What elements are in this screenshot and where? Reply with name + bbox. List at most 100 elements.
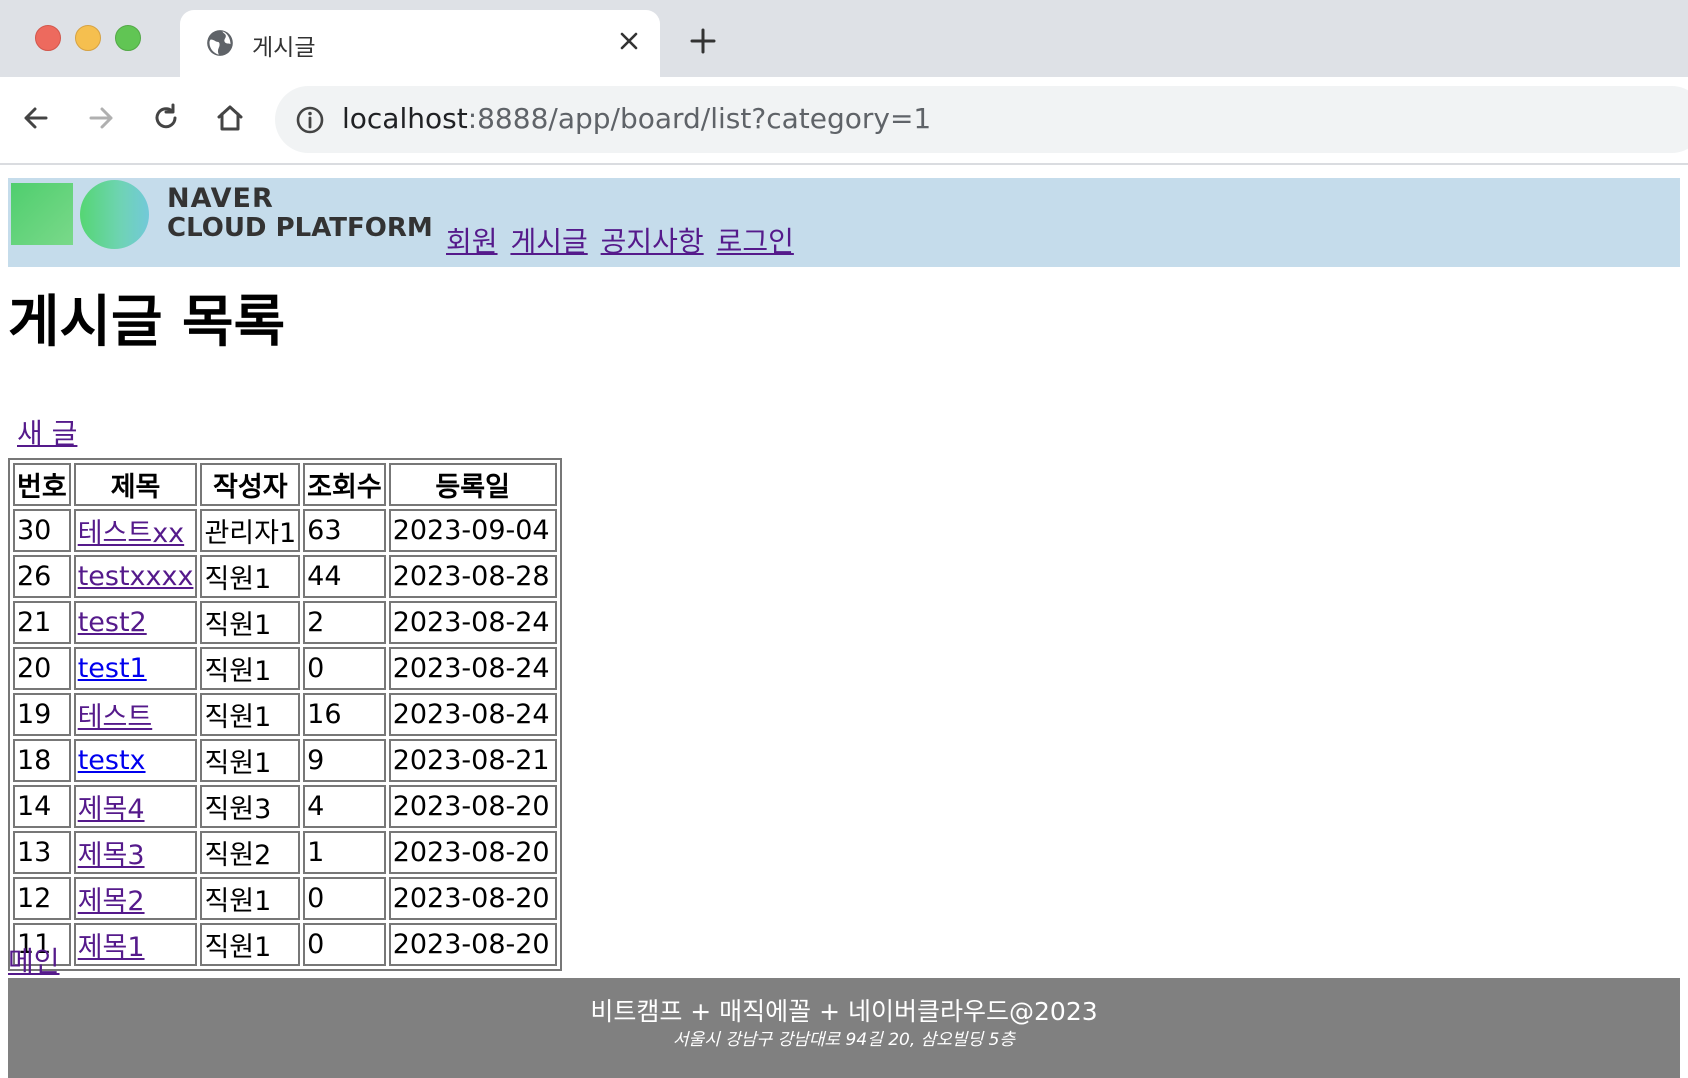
cell-title: testxxxx	[73, 555, 198, 598]
url-path: :8888/app/board/list?category=1	[467, 102, 932, 135]
cell-title: 제목1	[73, 923, 198, 966]
info-icon[interactable]	[295, 105, 325, 135]
cell-title: 제목3	[73, 831, 198, 874]
table-header-row: 번호 제목 작성자 조회수 등록일	[13, 463, 557, 506]
menu-member[interactable]: 회원	[446, 225, 498, 258]
cell-writer: 직원2	[200, 831, 301, 874]
cell-no: 20	[13, 647, 71, 690]
reload-icon[interactable]	[148, 100, 184, 136]
logo-circle	[80, 180, 149, 249]
post-title-link[interactable]: test2	[78, 607, 147, 638]
table-row: 12 제목2 직원1 0 2023-08-20	[13, 877, 557, 920]
menu-login[interactable]: 로그인	[717, 225, 794, 258]
browser-toolbar: localhost:8888/app/board/list?category=1	[0, 77, 1688, 165]
tab-title: 게시글	[252, 35, 316, 61]
cell-views: 16	[303, 693, 386, 736]
post-title-link[interactable]: 제목3	[78, 840, 145, 871]
menu-notice[interactable]: 공지사항	[601, 225, 704, 258]
cell-title: testx	[73, 739, 198, 782]
page-content: NAVER CLOUD PLATFORM 회원 게시글 공지사항 로그인 게시글…	[0, 165, 1688, 1078]
cell-views: 4	[303, 785, 386, 828]
cell-writer: 관리자1	[200, 509, 301, 552]
logo-text-line2: CLOUD PLATFORM	[167, 213, 433, 243]
column-header-no: 번호	[13, 463, 71, 506]
close-icon[interactable]	[614, 26, 644, 56]
cell-no: 30	[13, 509, 71, 552]
site-header: NAVER CLOUD PLATFORM 회원 게시글 공지사항 로그인	[8, 178, 1680, 267]
table-row: 14 제목4 직원3 4 2023-08-20	[13, 785, 557, 828]
home-icon[interactable]	[212, 100, 248, 136]
cell-date: 2023-08-24	[388, 601, 557, 644]
cell-writer: 직원1	[200, 647, 301, 690]
board-table-body: 30 테스트xx 관리자1 63 2023-09-04 26 testxxxx 직원1 44 20…	[13, 509, 557, 966]
cell-date: 2023-08-24	[388, 693, 557, 736]
cell-date: 2023-08-20	[388, 877, 557, 920]
cell-writer: 직원1	[200, 693, 301, 736]
cell-title: 테스트	[73, 693, 198, 736]
post-title-link[interactable]: 제목1	[78, 932, 145, 963]
address-bar[interactable]: localhost:8888/app/board/list?category=1	[275, 86, 1688, 153]
window-minimize-dot[interactable]	[75, 25, 101, 51]
new-post-link[interactable]: 새 글	[17, 412, 77, 452]
column-header-views: 조회수	[303, 463, 386, 506]
url-text[interactable]: localhost:8888/app/board/list?category=1	[342, 102, 931, 135]
cell-title: 제목4	[73, 785, 198, 828]
cell-date: 2023-08-24	[388, 647, 557, 690]
window-close-dot[interactable]	[35, 25, 61, 51]
site-footer: 비트캠프 + 매직에꼴 + 네이버클라우드@2023 서울시 강남구 강남대로 …	[8, 978, 1680, 1078]
cell-date: 2023-09-04	[388, 509, 557, 552]
forward-arrow-icon[interactable]	[83, 100, 119, 136]
post-title-link[interactable]: testxxxx	[78, 561, 194, 592]
window-zoom-dot[interactable]	[115, 25, 141, 51]
post-title-link[interactable]: 제목4	[78, 794, 145, 825]
globe-icon	[207, 30, 233, 56]
cell-no: 19	[13, 693, 71, 736]
table-row: 30 테스트xx 관리자1 63 2023-09-04	[13, 509, 557, 552]
cell-writer: 직원3	[200, 785, 301, 828]
main-link[interactable]: 메인	[8, 940, 60, 980]
url-host: localhost	[342, 102, 468, 135]
column-header-writer: 작성자	[200, 463, 301, 506]
cell-date: 2023-08-20	[388, 923, 557, 966]
cell-views: 1	[303, 831, 386, 874]
cell-no: 13	[13, 831, 71, 874]
cell-date: 2023-08-20	[388, 831, 557, 874]
cell-views: 9	[303, 739, 386, 782]
post-title-link[interactable]: 테스트xx	[78, 518, 184, 549]
cell-no: 18	[13, 739, 71, 782]
table-row: 18 testx 직원1 9 2023-08-21	[13, 739, 557, 782]
cell-title: 제목2	[73, 877, 198, 920]
cell-title: test2	[73, 601, 198, 644]
cell-no: 14	[13, 785, 71, 828]
cell-no: 26	[13, 555, 71, 598]
cell-writer: 직원1	[200, 739, 301, 782]
browser-tab-bar: 게시글	[0, 0, 1688, 77]
cell-views: 2	[303, 601, 386, 644]
post-title-link[interactable]: 테스트	[78, 702, 153, 733]
back-arrow-icon[interactable]	[18, 100, 54, 136]
table-row: 19 테스트 직원1 16 2023-08-24	[13, 693, 557, 736]
cell-views: 44	[303, 555, 386, 598]
cell-writer: 직원1	[200, 877, 301, 920]
cell-title: 테스트xx	[73, 509, 198, 552]
footer-address: 서울시 강남구 강남대로 94길 20, 삼오빌딩 5층	[672, 1030, 1016, 1050]
cell-date: 2023-08-28	[388, 555, 557, 598]
column-header-date: 등록일	[388, 463, 557, 506]
browser-tab[interactable]: 게시글	[180, 10, 660, 77]
table-row: 21 test2 직원1 2 2023-08-24	[13, 601, 557, 644]
post-title-link[interactable]: 제목2	[78, 886, 145, 917]
footer-copyright: 비트캠프 + 매직에꼴 + 네이버클라우드@2023	[590, 997, 1098, 1026]
table-row: 13 제목3 직원2 1 2023-08-20	[13, 831, 557, 874]
menu-board[interactable]: 게시글	[510, 225, 587, 258]
cell-no: 21	[13, 601, 71, 644]
cell-views: 0	[303, 877, 386, 920]
cell-writer: 직원1	[200, 555, 301, 598]
cell-views: 63	[303, 509, 386, 552]
logo-square	[11, 183, 73, 245]
post-title-link[interactable]: testx	[78, 745, 146, 776]
cell-views: 0	[303, 647, 386, 690]
cell-no: 12	[13, 877, 71, 920]
post-title-link[interactable]: test1	[78, 653, 147, 684]
cell-writer: 직원1	[200, 923, 301, 966]
plus-icon[interactable]	[688, 26, 718, 56]
